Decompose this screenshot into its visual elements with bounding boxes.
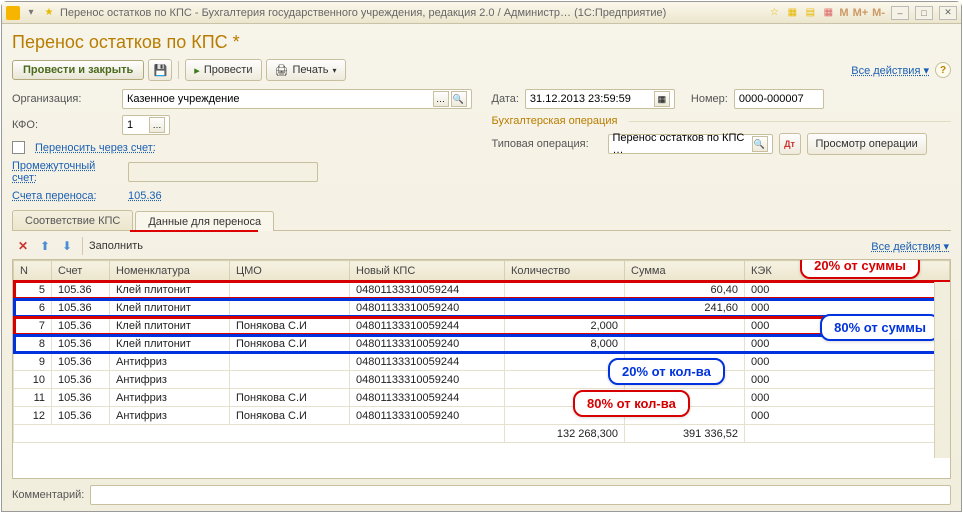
typical-op-value: Перенос остатков по КПС … xyxy=(613,132,750,156)
help-icon[interactable]: ? xyxy=(935,62,951,78)
table-row[interactable]: 6105.36Клей плитонит04801133310059240241… xyxy=(14,299,950,317)
view-operation-button[interactable]: Просмотр операции xyxy=(807,133,927,155)
page-title: Перенос остатков по КПС * xyxy=(12,32,951,53)
close-button[interactable]: ✕ xyxy=(939,6,957,20)
titlebar: ▾ ★ Перенос остатков по КПС - Бухгалтери… xyxy=(2,2,961,24)
typical-op-search-icon[interactable]: 🔍 xyxy=(752,136,768,152)
delete-row-icon[interactable]: ✕ xyxy=(14,237,32,255)
callout-sum20: 20% от суммы xyxy=(800,259,920,279)
number-input[interactable]: 0000-000007 xyxy=(734,89,824,109)
col-new-kps[interactable]: Новый КПС xyxy=(350,261,505,281)
org-search-icon[interactable]: 🔍 xyxy=(451,91,467,107)
col-sum[interactable]: Сумма xyxy=(625,261,745,281)
window-title: Перенос остатков по КПС - Бухгалтерия го… xyxy=(60,7,666,19)
favorite-icon[interactable]: ★ xyxy=(42,6,56,20)
table-row[interactable]: 10105.36Антифриз04801133310059240000 xyxy=(14,371,950,389)
calendar-icon[interactable]: ▦ xyxy=(821,6,835,20)
comment-row: Комментарий: xyxy=(12,479,951,507)
form-area: Организация: Казенное учреждение … 🔍 КФО… xyxy=(12,89,951,208)
totals-row: 132 268,300 391 336,52 xyxy=(14,425,950,443)
callout-qty80: 80% от кол-ва xyxy=(573,390,690,417)
table-row[interactable]: 5105.36Клей плитонит0480113331005924460,… xyxy=(14,281,950,299)
content-area: Перенос остатков по КПС * Провести и зак… xyxy=(2,24,961,511)
post-label: Провести xyxy=(204,64,253,76)
transfer-via-checkbox[interactable] xyxy=(12,141,25,154)
main-toolbar: Провести и закрыть 💾 ▸Провести 🖨Печать▾ … xyxy=(12,59,951,81)
callout-qty20: 20% от кол-ва xyxy=(608,358,725,385)
col-n[interactable]: N xyxy=(14,261,52,281)
col-nomen[interactable]: Номенклатура xyxy=(110,261,230,281)
number-label: Номер: xyxy=(691,93,728,105)
interim-account-input xyxy=(128,162,318,182)
table-row[interactable]: 7105.36Клей плитонитПонякова С.И04801133… xyxy=(14,317,950,335)
comment-label: Комментарий: xyxy=(12,489,84,501)
post-and-close-button[interactable]: Провести и закрыть xyxy=(12,60,144,80)
tab-kps-mapping[interactable]: Соответствие КПС xyxy=(12,210,133,230)
kfo-input[interactable]: 1 … xyxy=(122,115,170,135)
org-input[interactable]: Казенное учреждение … 🔍 xyxy=(122,89,472,109)
kfo-label: КФО: xyxy=(12,119,116,131)
number-value: 0000-000007 xyxy=(739,93,804,105)
window: ▾ ★ Перенос остатков по КПС - Бухгалтери… xyxy=(1,1,962,512)
date-calendar-icon[interactable]: ▦ xyxy=(654,91,670,107)
table-row[interactable]: 8105.36Клей плитонитПонякова С.И04801133… xyxy=(14,335,950,353)
table-row[interactable]: 11105.36АнтифризПонякова С.И048011333100… xyxy=(14,389,950,407)
org-label: Организация: xyxy=(12,93,116,105)
print-label: Печать xyxy=(292,64,328,76)
date-label: Дата: xyxy=(492,93,519,105)
maximize-button[interactable]: □ xyxy=(915,6,933,20)
typical-op-input[interactable]: Перенос остатков по КПС … 🔍 xyxy=(608,134,773,154)
tab-transfer-data[interactable]: Данные для переноса xyxy=(135,211,274,231)
print-button[interactable]: 🖨Печать▾ xyxy=(266,59,346,81)
tabs: Соответствие КПС Данные для переноса xyxy=(12,210,951,231)
memory-m[interactable]: M xyxy=(839,7,848,19)
col-account[interactable]: Счет xyxy=(52,261,110,281)
typical-op-label: Типовая операция: xyxy=(492,138,602,150)
calc-icon[interactable]: ▤ xyxy=(803,6,817,20)
grid: N Счет Номенклатура ЦМО Новый КПС Количе… xyxy=(12,259,951,479)
dtkt-icon[interactable]: Дт xyxy=(779,133,801,155)
col-qty[interactable]: Количество xyxy=(505,261,625,281)
separator xyxy=(178,61,179,79)
star-icon[interactable]: ☆ xyxy=(767,6,781,20)
move-down-icon[interactable]: ⬇ xyxy=(58,237,76,255)
transfer-via-label[interactable]: Переносить через счет: xyxy=(35,142,156,154)
fieldset-line xyxy=(629,121,951,122)
data-table[interactable]: N Счет Номенклатура ЦМО Новый КПС Количе… xyxy=(13,260,950,443)
post-button[interactable]: ▸Провести xyxy=(185,59,261,81)
accounting-fieldset-title: Бухгалтерская операция xyxy=(492,115,618,127)
table-row[interactable]: 12105.36АнтифризПонякова С.И048011333100… xyxy=(14,407,950,425)
memory-mplus[interactable]: M+ xyxy=(853,7,869,19)
org-value: Казенное учреждение xyxy=(127,93,431,105)
comment-input[interactable] xyxy=(90,485,951,505)
kfo-select-icon[interactable]: … xyxy=(149,117,165,133)
org-select-icon[interactable]: … xyxy=(433,91,449,107)
date-value: 31.12.2013 23:59:59 xyxy=(530,93,652,105)
fill-button[interactable]: Заполнить xyxy=(89,240,143,252)
transfer-accounts-value[interactable]: 105.36 xyxy=(128,190,162,202)
kfo-value: 1 xyxy=(127,119,147,131)
interim-account-label[interactable]: Промежуточный счет: xyxy=(12,160,122,184)
move-up-icon[interactable]: ⬆ xyxy=(36,237,54,255)
save-button[interactable]: 💾 xyxy=(148,59,172,81)
total-sum: 391 336,52 xyxy=(625,425,745,443)
minimize-button[interactable]: – xyxy=(891,6,909,20)
tab-highlight xyxy=(130,230,258,232)
grid-all-actions[interactable]: Все действия ▾ xyxy=(871,241,949,253)
grid-toolbar: ✕ ⬆ ⬇ Заполнить Все действия ▾ xyxy=(12,233,951,259)
memory-mminus[interactable]: M- xyxy=(872,7,885,19)
separator xyxy=(82,237,83,255)
col-cmo[interactable]: ЦМО xyxy=(230,261,350,281)
app-icon xyxy=(6,6,20,20)
table-row[interactable]: 9105.36Антифриз04801133310059244000 xyxy=(14,353,950,371)
total-qty: 132 268,300 xyxy=(505,425,625,443)
date-input[interactable]: 31.12.2013 23:59:59 ▦ xyxy=(525,89,675,109)
transfer-accounts-label[interactable]: Счета переноса: xyxy=(12,190,122,202)
dropdown-icon[interactable]: ▾ xyxy=(24,6,38,20)
callout-sum80: 80% от суммы xyxy=(820,314,940,341)
vertical-scrollbar[interactable] xyxy=(934,282,950,458)
all-actions-link[interactable]: Все действия ▾ xyxy=(851,64,929,77)
grid-icon[interactable]: ▦ xyxy=(785,6,799,20)
